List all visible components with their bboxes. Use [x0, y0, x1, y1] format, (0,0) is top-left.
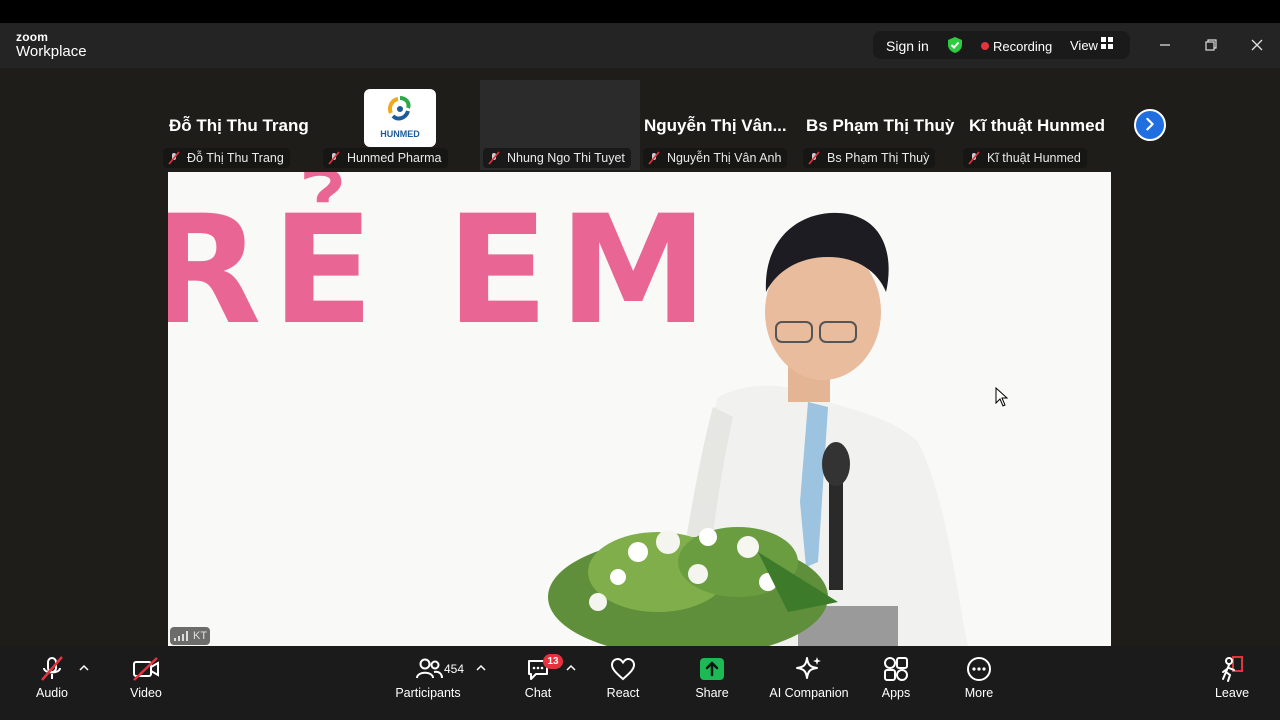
ai-companion-button[interactable]: AI Companion	[768, 654, 850, 700]
participant-label-text: Bs Phạm Thị Thuỳ	[827, 151, 930, 165]
participants-button[interactable]: Participants	[394, 654, 462, 700]
muted-mic-icon	[968, 151, 980, 165]
audio-label: Audio	[36, 686, 68, 700]
more-label: More	[964, 686, 994, 700]
participant-label-text: Nguyễn Thị Vân Anh	[667, 151, 782, 165]
hunmed-logo-tile: HUNMED	[364, 89, 436, 147]
participant-label[interactable]: Nguyễn Thị Vân Anh	[643, 148, 788, 168]
leave-icon	[1222, 656, 1243, 682]
app-brand: zoom Workplace	[16, 31, 87, 59]
recording-label[interactable]: Recording	[993, 39, 1052, 54]
hunmed-logo-icon	[387, 96, 411, 121]
speaker-figure	[548, 212, 968, 646]
participant-name-2: Nguyễn Thị Vân...	[644, 116, 787, 135]
mouse-cursor-icon	[995, 387, 1009, 407]
minimize-icon[interactable]	[1155, 35, 1175, 55]
apps-button[interactable]: Apps	[878, 654, 914, 700]
react-label: React	[606, 686, 640, 700]
leave-button[interactable]: Leave	[1213, 654, 1251, 700]
chat-label: Chat	[524, 686, 552, 700]
sign-in-button[interactable]: Sign in	[886, 38, 929, 54]
participants-label: Participants	[395, 686, 461, 700]
share-button[interactable]: Share	[692, 654, 732, 700]
main-video-feed[interactable]: RẺ EM	[168, 172, 1111, 646]
more-button[interactable]: More	[961, 654, 997, 700]
brand-zoom: zoom	[16, 30, 49, 44]
muted-mic-icon	[808, 151, 820, 165]
chat-unread-badge: 13	[543, 654, 563, 669]
video-button[interactable]: Video	[124, 654, 168, 700]
shield-check-icon[interactable]	[946, 36, 964, 54]
heart-icon	[610, 657, 636, 681]
participants-icon	[416, 658, 443, 679]
muted-mic-icon	[648, 151, 660, 165]
title-bar: zoom Workplace Sign in Recording View	[0, 23, 1280, 68]
ai-companion-label: AI Companion	[769, 686, 849, 700]
participant-count: 454	[444, 662, 465, 676]
view-button[interactable]: View	[1070, 38, 1098, 53]
participant-name-4: Kĩ thuật Hunmed	[969, 116, 1105, 135]
more-dots-icon	[967, 657, 991, 681]
close-icon[interactable]	[1247, 35, 1267, 55]
participant-label-text: Nhung Ngo Thi Tuyet	[507, 151, 625, 165]
video-off-icon	[133, 657, 159, 681]
muted-mic-icon	[328, 151, 340, 165]
participant-label[interactable]: Hunmed Pharma	[323, 148, 448, 168]
participants-options-caret-icon[interactable]	[476, 664, 486, 672]
participant-label-text: Đỗ Thị Thu Trang	[187, 151, 284, 165]
share-label: Share	[695, 686, 729, 700]
connection-badge: KT	[170, 627, 210, 645]
meeting-toolbar: Audio Video Participants 454 Chat 13 Rea…	[0, 646, 1280, 720]
next-page-chevron-icon[interactable]	[1134, 109, 1166, 141]
participant-name-3: Bs Phạm Thị Thuỳ	[806, 116, 955, 135]
participant-initials: KT	[193, 630, 208, 642]
apps-label: Apps	[881, 686, 911, 700]
audio-button[interactable]: Audio	[30, 654, 74, 700]
share-screen-icon	[700, 658, 724, 680]
letterbox-top	[0, 0, 1280, 23]
restore-icon[interactable]	[1201, 35, 1221, 55]
muted-mic-icon	[168, 151, 180, 165]
video-label: Video	[130, 686, 162, 700]
leave-label: Leave	[1214, 686, 1250, 700]
muted-mic-icon	[488, 151, 500, 165]
participant-name-1: Đỗ Thị Thu Trang	[169, 116, 309, 135]
apps-icon	[884, 657, 908, 681]
participant-label[interactable]: Bs Phạm Thị Thuỳ	[803, 148, 936, 168]
chat-options-caret-icon[interactable]	[566, 664, 576, 672]
grid-view-icon[interactable]	[1101, 37, 1113, 49]
participant-label-text: Hunmed Pharma	[347, 151, 442, 165]
participant-label[interactable]: Nhung Ngo Thi Tuyet	[483, 148, 631, 168]
signal-strength-icon	[174, 631, 188, 641]
recording-dot-icon	[981, 42, 989, 50]
audio-options-caret-icon[interactable]	[79, 664, 89, 672]
participant-label[interactable]: Kĩ thuật Hunmed	[963, 148, 1087, 168]
hunmed-logo-text: HUNMED	[380, 129, 420, 139]
sparkle-icon	[796, 657, 821, 679]
participant-label[interactable]: Đỗ Thị Thu Trang	[163, 148, 290, 168]
participant-label-text: Kĩ thuật Hunmed	[987, 151, 1081, 165]
muted-mic-icon	[41, 656, 63, 681]
brand-workplace: Workplace	[16, 43, 87, 60]
react-button[interactable]: React	[604, 654, 642, 700]
